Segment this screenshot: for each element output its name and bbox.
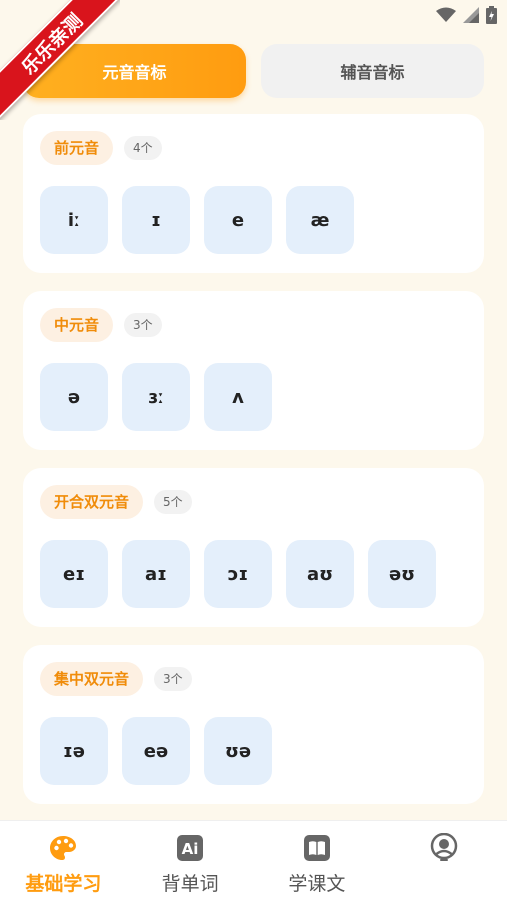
symbol-button[interactable]: əʊ (368, 540, 436, 608)
group-count: 3个 (154, 667, 192, 691)
nav-texts[interactable]: 学课文 (254, 821, 381, 903)
group-card-centering-diphthongs: 集中双元音 3个 ɪə eə ʊə (23, 645, 484, 804)
symbol-button[interactable]: æ (286, 186, 354, 254)
symbol-button[interactable]: ʊə (204, 717, 272, 785)
symbol-button[interactable]: e (204, 186, 272, 254)
group-count: 5个 (154, 490, 192, 514)
svg-text:Ai: Ai (182, 840, 199, 858)
ai-icon: Ai (175, 833, 205, 863)
symbol-button[interactable]: eə (122, 717, 190, 785)
nav-label: 学课文 (288, 873, 346, 895)
group-count: 3个 (124, 313, 162, 337)
symbol-button[interactable]: eɪ (40, 540, 108, 608)
group-card-central-vowels: 中元音 3个 ə ɜː ʌ (23, 291, 484, 450)
nav-vocabulary[interactable]: Ai 背单词 (127, 821, 254, 903)
nav-label: 背单词 (161, 873, 219, 895)
group-title: 中元音 (40, 308, 114, 342)
symbol-button[interactable]: ɪə (40, 717, 108, 785)
symbol-button[interactable]: iː (40, 186, 108, 254)
tab-consonants[interactable]: 辅音音标 (261, 44, 484, 98)
ribbon-label: 乐乐亲测 (0, 0, 120, 120)
symbol-button[interactable]: aɪ (122, 540, 190, 608)
symbol-button[interactable]: aʊ (286, 540, 354, 608)
group-card-closing-diphthongs: 开合双元音 5个 eɪ aɪ ɔɪ aʊ əʊ (23, 468, 484, 627)
vowel-groups: 前元音 4个 iː ɪ e æ 中元音 3个 ə ɜː ʌ 开合双元音 5个 e… (23, 114, 484, 822)
group-title: 前元音 (40, 131, 114, 165)
group-title: 集中双元音 (40, 662, 144, 696)
nav-basic-learning[interactable]: 基础学习 (0, 821, 127, 903)
group-count: 4个 (124, 136, 162, 160)
test-ribbon: 乐乐亲测 (0, 0, 120, 120)
bottom-navigation: 基础学习 Ai 背单词 学课文 (0, 820, 507, 903)
nav-profile[interactable] (380, 821, 507, 903)
group-title: 开合双元音 (40, 485, 144, 519)
symbol-button[interactable]: ɜː (122, 363, 190, 431)
nav-label: 基础学习 (25, 873, 102, 895)
symbol-button[interactable]: ə (40, 363, 108, 431)
signal-icon (463, 7, 479, 23)
battery-icon (486, 6, 497, 24)
symbol-button[interactable]: ɔɪ (204, 540, 272, 608)
symbol-button[interactable]: ʌ (204, 363, 272, 431)
book-icon (302, 833, 332, 863)
palette-icon (48, 833, 78, 863)
profile-icon (429, 833, 459, 863)
symbol-button[interactable]: ɪ (122, 186, 190, 254)
wifi-icon (436, 7, 456, 22)
group-card-front-vowels: 前元音 4个 iː ɪ e æ (23, 114, 484, 273)
